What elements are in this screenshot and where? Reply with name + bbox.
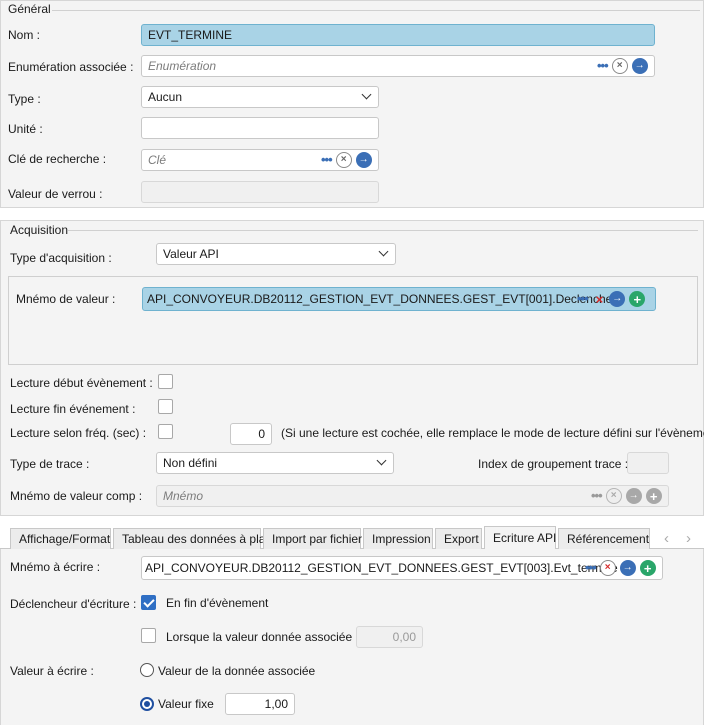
trace-label: Type de trace :	[10, 457, 90, 471]
lorsque-value-field: 0,00	[356, 626, 423, 648]
radio-valeur-associee-label: Valeur de la donnée associée	[158, 664, 316, 678]
more-icon[interactable]: •••	[597, 59, 609, 72]
tab-export[interactable]: Export	[435, 528, 482, 549]
freq-note: (Si une lecture est cochée, elle remplac…	[281, 426, 704, 440]
more-icon[interactable]: •••	[585, 561, 597, 574]
add-icon[interactable]: +	[629, 291, 646, 307]
unite-field[interactable]	[141, 117, 379, 139]
trace-select[interactable]: Non défini	[156, 452, 394, 474]
acq-type-select[interactable]: Valeur API	[156, 243, 396, 265]
navigate-arrow-icon[interactable]: →	[619, 560, 636, 576]
lecture-freq-label: Lecture selon fréq. (sec) :	[10, 426, 147, 440]
cle-buttons: ••• × →	[321, 152, 372, 168]
mnemo-comp-placeholder: Mnémo	[163, 489, 204, 503]
lorsque-label: Lorsque la valeur donnée associée =	[166, 630, 363, 644]
remove-icon[interactable]: ×	[599, 560, 616, 576]
tab-import-fichier[interactable]: Import par fichier	[263, 528, 362, 549]
more-icon: •••	[591, 488, 603, 503]
chevron-down-icon	[376, 455, 387, 466]
tab-next-icon[interactable]: ›	[686, 530, 691, 547]
trace-select-value: Non défini	[163, 456, 218, 470]
declencheur-label: Déclencheur d'écriture :	[10, 597, 137, 611]
mnemo-label: Mnémo de valeur :	[16, 292, 116, 306]
radio-valeur-fixe[interactable]	[140, 697, 154, 711]
verrou-label: Valeur de verrou :	[8, 187, 103, 201]
cle-label: Clé de recherche :	[8, 152, 107, 166]
type-label: Type :	[8, 92, 41, 106]
acquisition-divider	[68, 230, 698, 231]
mnemo-buttons: ••• × → +	[577, 291, 646, 307]
remove-glyph: ×	[604, 562, 611, 573]
valeur-ecrire-label: Valeur à écrire :	[10, 664, 94, 678]
enum-field[interactable]: Enumération	[141, 55, 655, 77]
fin-evt-checkbox[interactable]	[141, 595, 156, 610]
navigate-arrow-icon[interactable]: →	[609, 291, 626, 307]
unite-label: Unité :	[8, 122, 43, 136]
lecture-fin-checkbox[interactable]	[158, 399, 173, 414]
fin-evt-label: En fin d'évènement	[166, 596, 269, 610]
nom-label: Nom :	[8, 28, 41, 42]
general-divider	[52, 10, 700, 11]
type-select-value: Aucun	[148, 90, 183, 104]
chevron-down-icon	[361, 89, 372, 100]
mnemo-comp-buttons: ••• × → +	[591, 488, 662, 504]
enum-label: Enumération associée :	[8, 60, 134, 74]
valeur-fixe-input[interactable]: 1,00	[225, 693, 295, 715]
navigate-arrow-icon[interactable]: →	[355, 152, 372, 168]
enum-buttons: ••• × →	[597, 58, 648, 74]
tab-tableau-donnees[interactable]: Tableau des données à plat	[113, 528, 269, 549]
tab-prev-icon[interactable]: ‹	[664, 530, 669, 547]
clear-icon[interactable]: ×	[611, 58, 628, 74]
lorsque-checkbox[interactable]	[141, 628, 156, 643]
tab-referencement[interactable]: Référencement	[558, 528, 650, 549]
chevron-down-icon	[378, 246, 389, 257]
tab-impression[interactable]: Impression	[363, 528, 433, 549]
more-icon[interactable]: •••	[577, 292, 589, 305]
remove-icon[interactable]: ×	[596, 292, 604, 307]
navigate-arrow-icon: →	[625, 488, 642, 504]
mnemo-comp-label: Mnémo de valeur comp :	[10, 489, 143, 503]
radio-valeur-fixe-label: Valeur fixe	[158, 697, 214, 711]
add-icon: +	[645, 488, 662, 504]
acq-type-label: Type d'acquisition :	[10, 251, 112, 265]
enum-placeholder: Enumération	[148, 59, 217, 73]
lecture-freq-checkbox[interactable]	[158, 424, 173, 439]
ecr-mnemo-label: Mnémo à écrire :	[10, 560, 101, 574]
radio-valeur-associee[interactable]	[140, 663, 154, 677]
navigate-arrow-icon[interactable]: →	[631, 58, 648, 74]
nom-field[interactable]: EVT_TERMINE	[141, 24, 655, 46]
acquisition-title: Acquisition	[10, 223, 69, 237]
index-label: Index de groupement trace :	[478, 457, 629, 471]
clear-icon[interactable]: ×	[335, 152, 352, 168]
tab-affichage-format[interactable]: Affichage/Format	[10, 528, 111, 549]
tab-ecriture-api[interactable]: Ecriture API	[484, 526, 556, 549]
acq-type-select-value: Valeur API	[163, 247, 219, 261]
type-select[interactable]: Aucun	[141, 86, 379, 108]
lecture-fin-label: Lecture fin événement :	[10, 402, 136, 416]
add-icon[interactable]: +	[639, 560, 656, 576]
verrou-field	[141, 181, 379, 203]
clear-icon: ×	[605, 488, 622, 504]
ecr-mnemo-buttons: ••• × → +	[585, 560, 656, 576]
index-field	[627, 452, 669, 474]
freq-input[interactable]: 0	[230, 423, 272, 445]
more-icon[interactable]: •••	[321, 153, 333, 166]
cle-placeholder: Clé	[148, 153, 167, 167]
general-title: Général	[8, 2, 51, 16]
lecture-debut-checkbox[interactable]	[158, 374, 173, 389]
lecture-debut-label: Lecture début évènement :	[10, 376, 153, 390]
